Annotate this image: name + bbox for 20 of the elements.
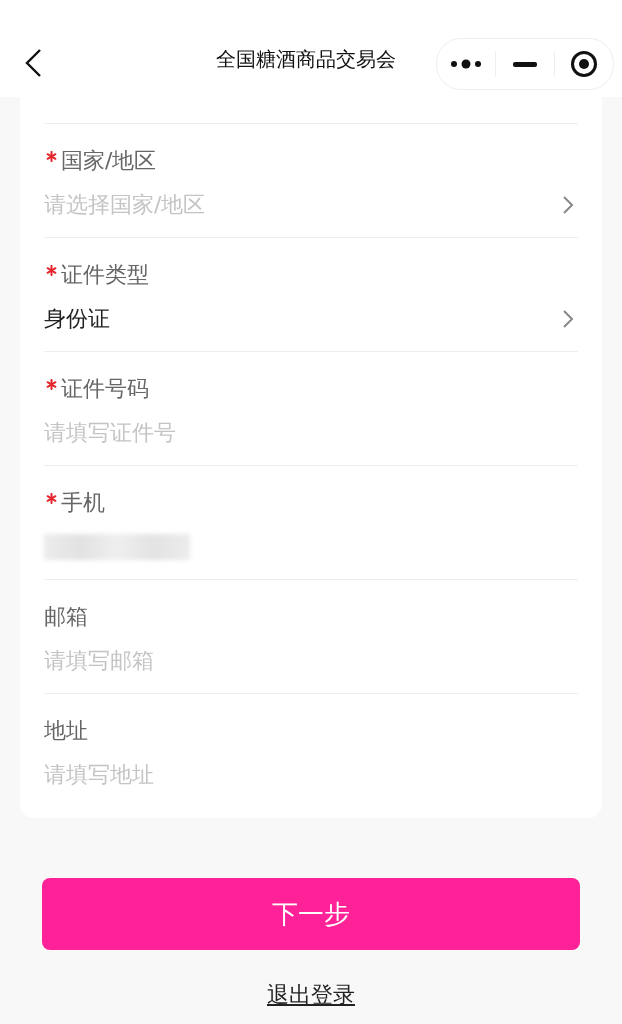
select-value[interactable]: 身份证 <box>44 303 110 334</box>
select-placeholder[interactable]: 请选择国家/地区 <box>44 189 206 220</box>
field-label: 国家/地区 <box>61 146 157 175</box>
input-field[interactable]: 请填写证件号 <box>44 417 176 448</box>
input-field[interactable]: 请填写邮箱 <box>44 645 154 676</box>
minimize-icon[interactable] <box>513 61 537 67</box>
next-button[interactable]: 下一步 <box>42 878 580 950</box>
close-icon[interactable] <box>570 50 598 78</box>
input-field[interactable]: 请填写地址 <box>44 760 154 790</box>
field-label: 证件号码 <box>61 374 149 403</box>
page-title: 全国糖酒商品交易会 <box>216 46 397 73</box>
logout-link[interactable]: 退出登录 <box>267 980 355 1010</box>
field-label: 证件类型 <box>61 260 149 289</box>
field-label: 手机 <box>61 488 105 517</box>
field-label: 地址 <box>44 717 88 745</box>
back-icon[interactable] <box>24 48 44 78</box>
field-label: 邮箱 <box>44 602 88 631</box>
chevron-right-icon <box>562 308 574 329</box>
chevron-right-icon <box>562 194 574 215</box>
more-icon[interactable] <box>450 58 482 70</box>
